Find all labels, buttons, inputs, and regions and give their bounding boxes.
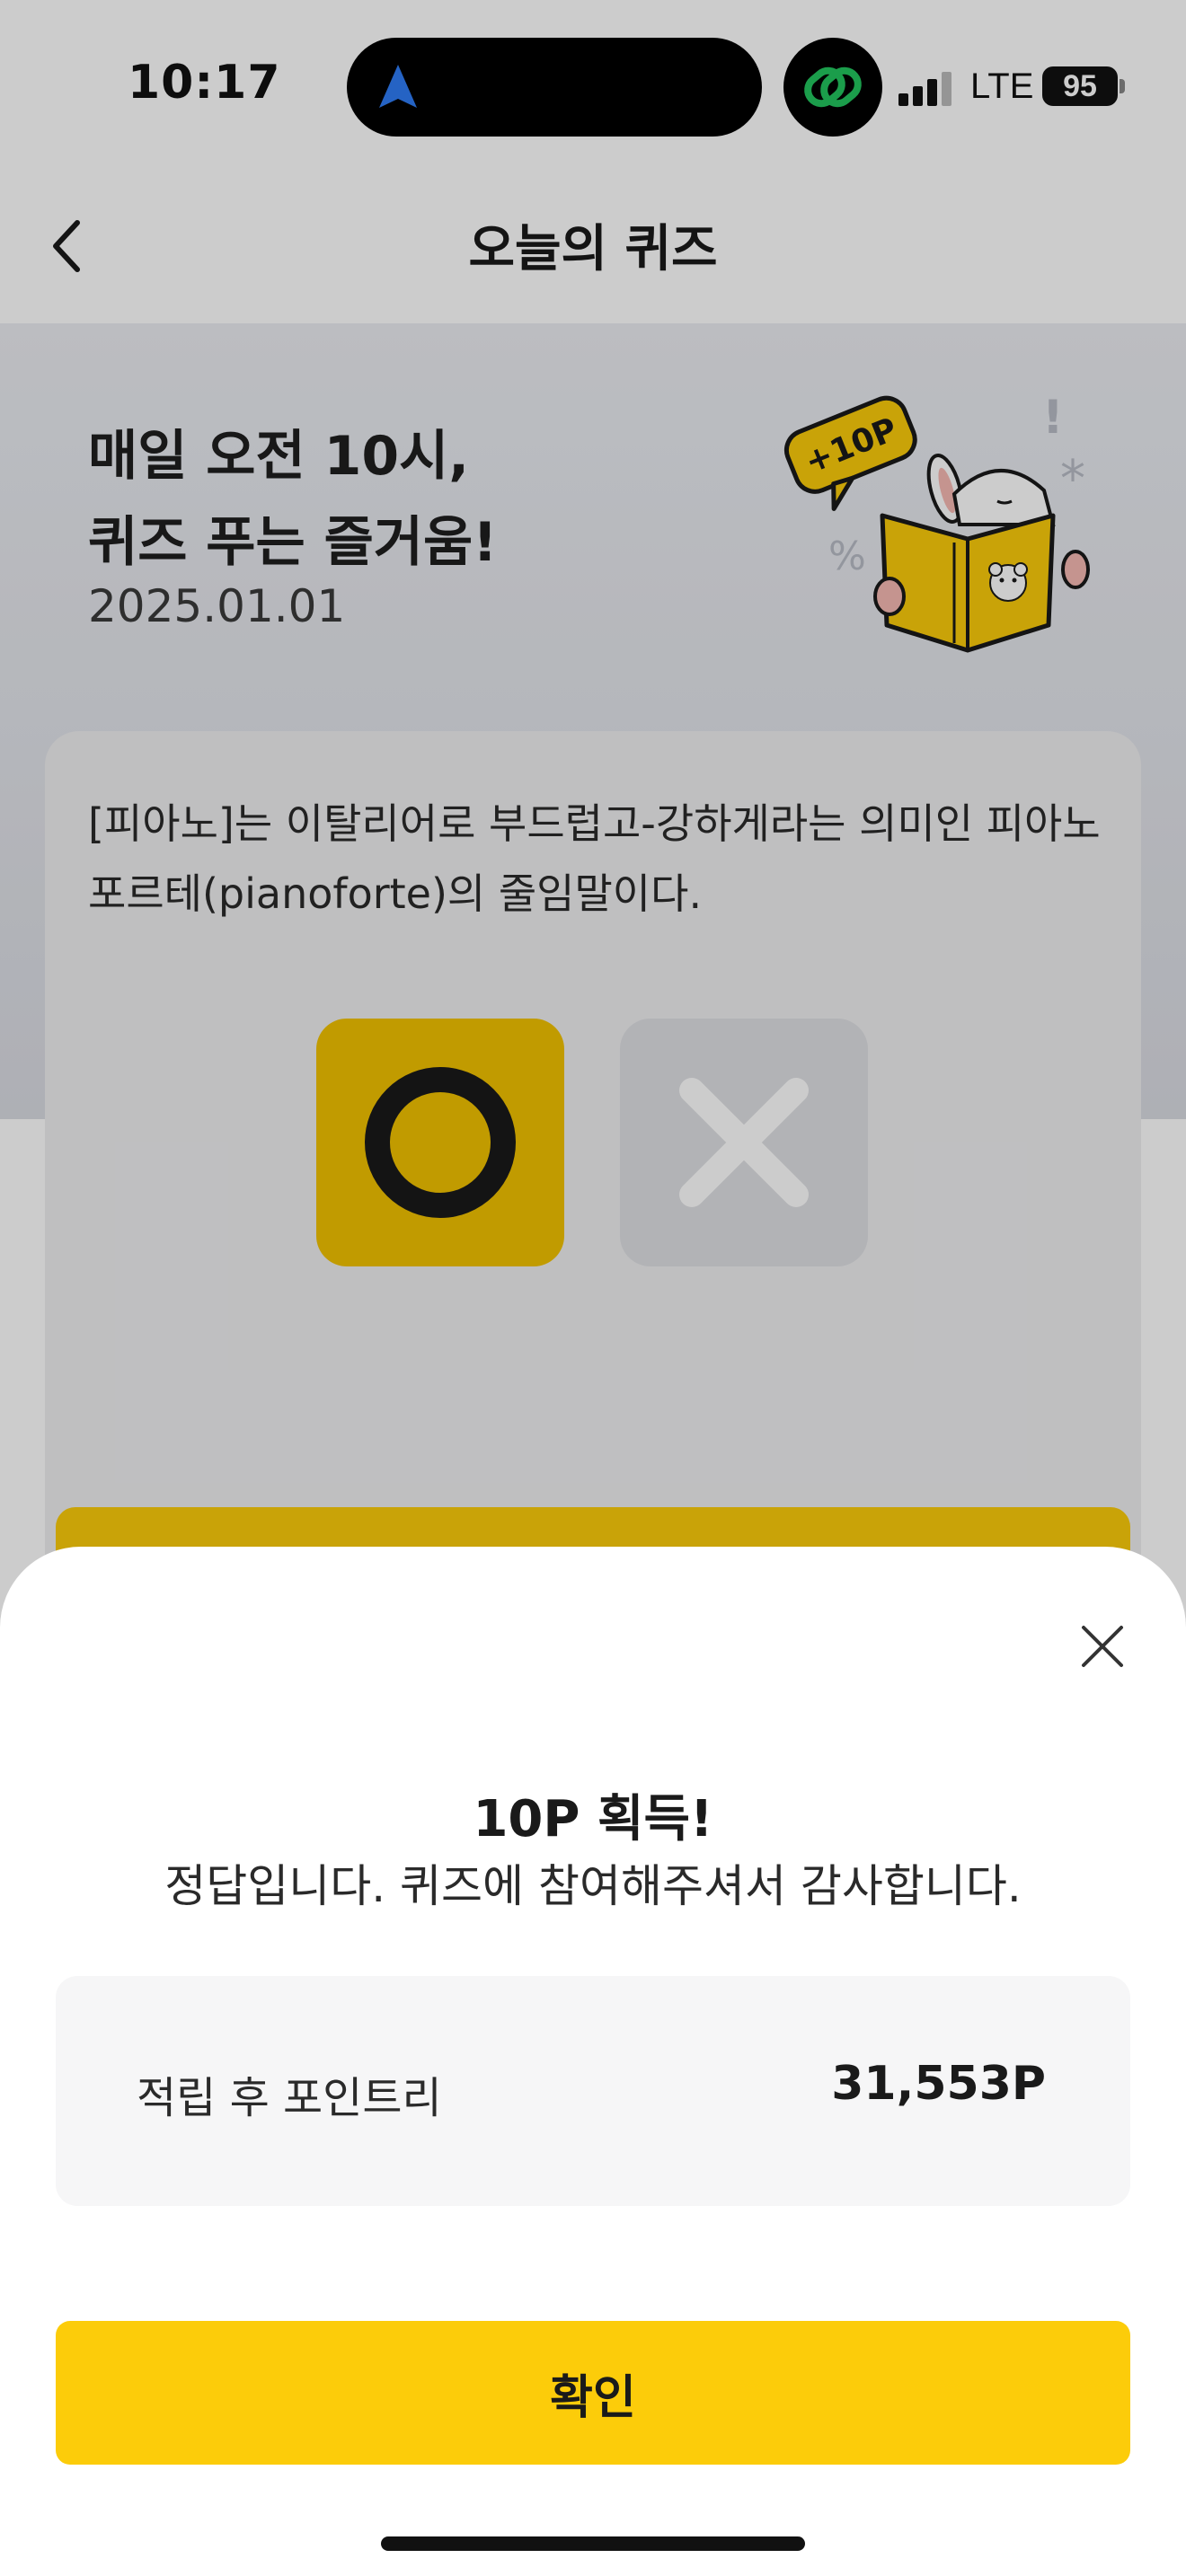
home-indicator[interactable] [381,2536,805,2551]
reward-title: 10P 획득! [473,1790,713,1848]
points-value: 31,553P [831,2057,1046,2111]
confirm-button[interactable]: 확인 [56,2321,1130,2465]
reward-message: 정답입니다. 퀴즈에 참여해주셔서 감사합니다. [164,1860,1022,1912]
close-button[interactable] [1073,1617,1132,1676]
points-label: 적립 후 포인트리 [137,2073,442,2123]
quiz-screen: 10:17 LTE 95 오늘의 퀴즈 매일 오전 10시, 퀴즈 푸는 즐거움… [0,0,1186,2576]
close-icon [1082,1626,1123,1667]
